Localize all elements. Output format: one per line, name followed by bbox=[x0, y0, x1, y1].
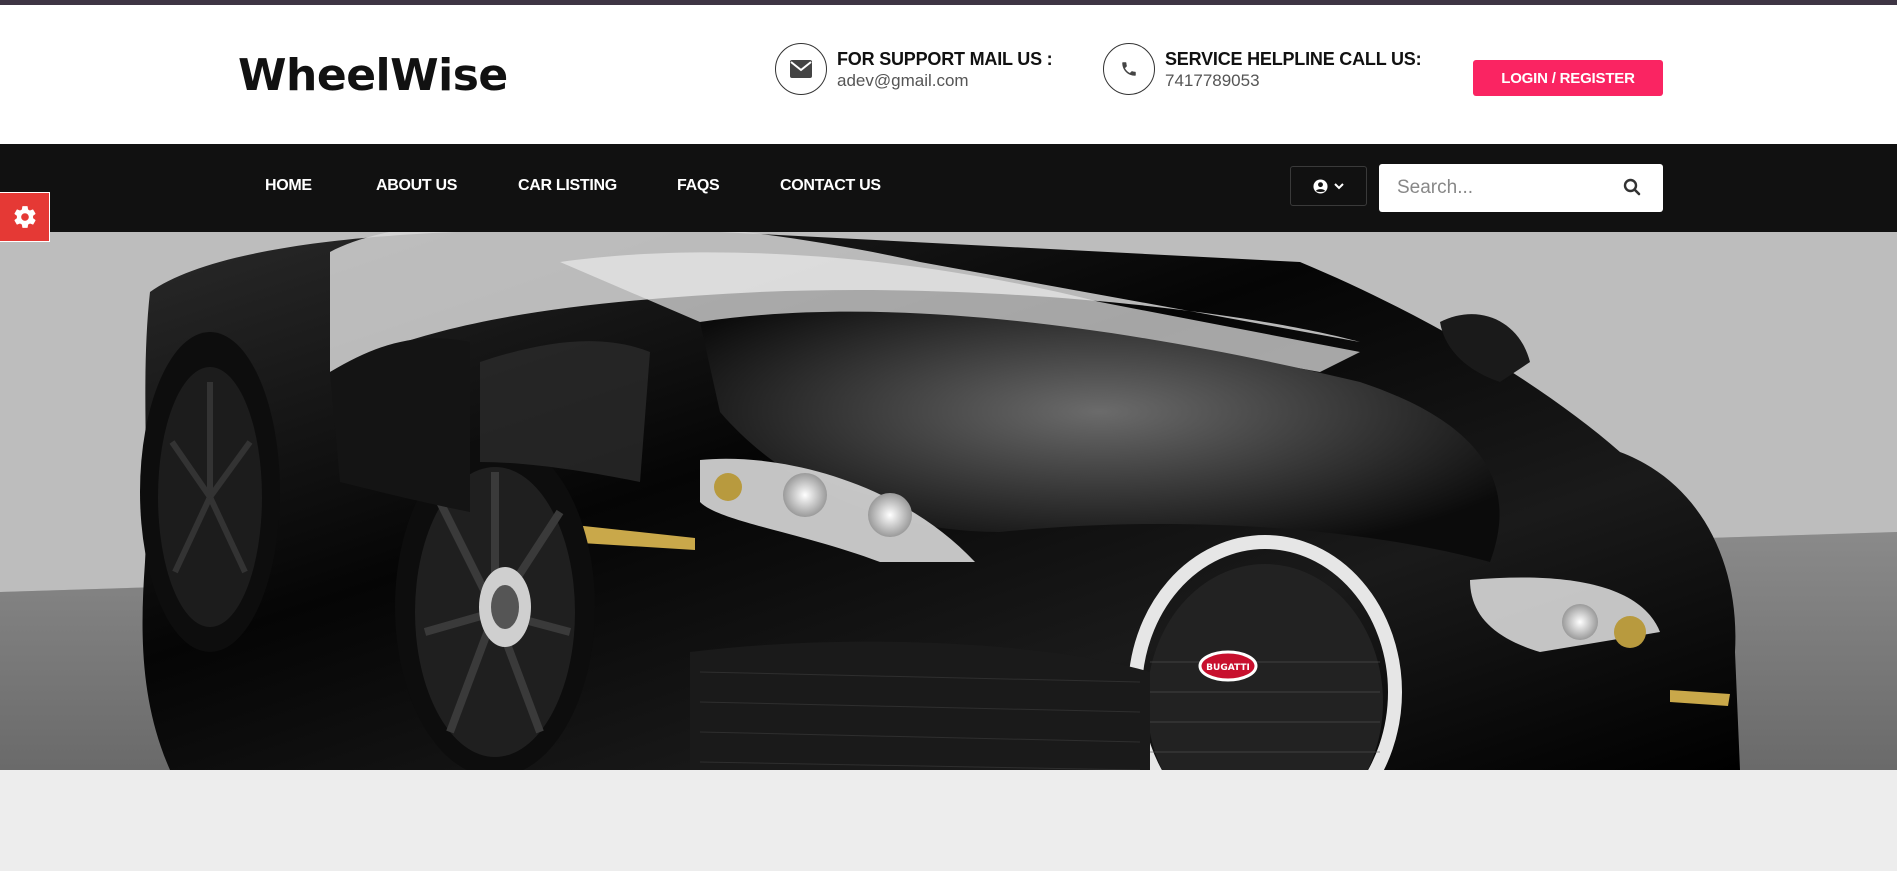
nav-item-faqs[interactable]: FAQS bbox=[677, 177, 720, 195]
login-register-button[interactable]: LOGIN / REGISTER bbox=[1473, 60, 1663, 96]
user-circle-icon bbox=[1313, 178, 1328, 194]
gear-icon bbox=[13, 206, 36, 228]
site-header: WheelWise FOR SUPPORT MAIL US : adev@gma… bbox=[0, 5, 1897, 144]
nav-item-about-us[interactable]: ABOUT US bbox=[376, 177, 457, 195]
support-mail-value[interactable]: adev@gmail.com bbox=[837, 70, 1052, 91]
support-mail-label: FOR SUPPORT MAIL US : bbox=[837, 49, 1053, 69]
support-mail-block: FOR SUPPORT MAIL US : adev@gmail.com bbox=[775, 42, 1053, 95]
helpline-block: SERVICE HELPLINE CALL US: 7417789053 bbox=[1103, 42, 1422, 95]
phone-icon bbox=[1103, 43, 1155, 95]
helpline-value[interactable]: 7417789053 bbox=[1165, 70, 1421, 91]
nav-item-home[interactable]: HOME bbox=[265, 177, 312, 195]
envelope-icon bbox=[775, 43, 827, 95]
chevron-down-icon bbox=[1334, 183, 1344, 190]
hero-emblem-text: BUGATTI bbox=[1206, 663, 1250, 673]
settings-toggle[interactable] bbox=[0, 192, 50, 242]
hero-banner: BUGATTI bbox=[0, 232, 1897, 770]
site-logo[interactable]: WheelWise bbox=[238, 50, 508, 101]
search-box bbox=[1379, 164, 1663, 212]
content-area bbox=[0, 770, 1897, 871]
helpline-label: SERVICE HELPLINE CALL US: bbox=[1165, 49, 1422, 69]
hero-car-image: BUGATTI bbox=[0, 232, 1897, 770]
nav-item-contact-us[interactable]: CONTACT US bbox=[780, 177, 881, 195]
search-input[interactable] bbox=[1397, 164, 1617, 212]
search-icon[interactable] bbox=[1623, 178, 1641, 201]
nav-item-car-listing[interactable]: CAR LISTING bbox=[518, 177, 617, 195]
user-menu-button[interactable] bbox=[1290, 166, 1367, 206]
main-navbar: HOME ABOUT US CAR LISTING FAQS CONTACT U… bbox=[0, 144, 1897, 232]
